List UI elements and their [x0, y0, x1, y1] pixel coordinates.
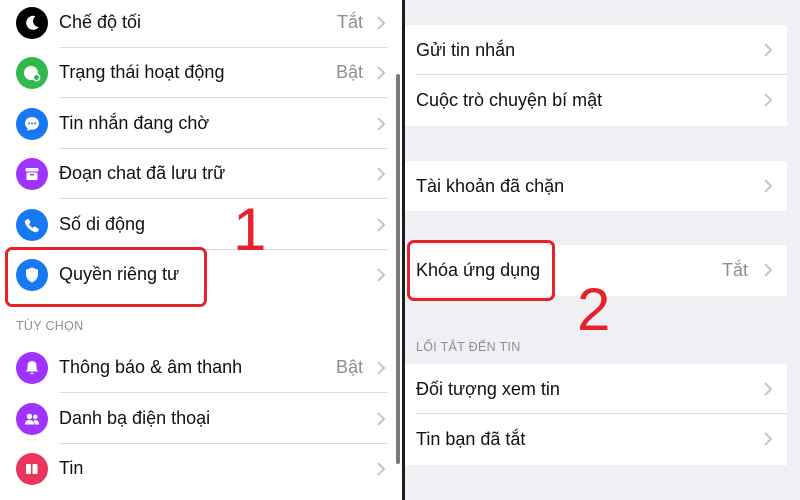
section-header-story-shortcuts: LỐI TẮT ĐẾN TIN [416, 340, 521, 354]
row-value: Tắt [721, 260, 748, 280]
contacts-icon [16, 403, 48, 435]
chevron-right-icon [377, 412, 386, 426]
row-separator [59, 97, 388, 98]
row-label: Đối tượng xem tin [416, 379, 560, 399]
row-label: Thông báo & âm thanh [59, 357, 243, 377]
left-settings-panel: Chế độ tối Tắt Trạng thái hoạt động Bật … [0, 0, 402, 500]
privacy-highlight-box [5, 247, 207, 307]
chevron-right-icon [377, 218, 386, 232]
row-message-requests[interactable]: Tin nhắn đang chờ [0, 99, 402, 149]
phone-icon [16, 209, 48, 241]
chevron-right-icon [764, 263, 773, 277]
stories-icon [16, 453, 48, 485]
row-phone-contacts[interactable]: Danh bạ điện thoại [0, 394, 402, 444]
section-header-options: TÙY CHỌN [16, 319, 84, 333]
row-label: Chế độ tối [59, 12, 142, 32]
row-archived-chats[interactable]: Đoạn chat đã lưu trữ [0, 149, 402, 199]
archive-icon [16, 158, 48, 190]
chevron-right-icon [377, 117, 386, 131]
row-secret-conversations[interactable]: Cuộc trò chuyện bí mật [405, 75, 787, 125]
row-label: Tin bạn đã tắt [416, 429, 526, 449]
app-lock-highlight-box [407, 240, 555, 301]
row-label: Tài khoản đã chặn [416, 176, 565, 196]
row-notifications-sounds[interactable]: Thông báo & âm thanh Bật [0, 343, 402, 393]
row-value: Bật [335, 62, 363, 82]
privacy-group-blocked: Tài khoản đã chặn [405, 161, 787, 211]
chevron-right-icon [377, 361, 386, 375]
active-status-icon [16, 57, 48, 89]
moon-icon [16, 7, 48, 39]
row-label: Danh bạ điện thoại [59, 408, 211, 428]
chevron-right-icon [764, 43, 773, 57]
chevron-right-icon [377, 16, 386, 30]
bell-icon [16, 352, 48, 384]
row-message-delivery[interactable]: Gửi tin nhắn [405, 25, 787, 75]
chevron-right-icon [377, 462, 386, 476]
privacy-group-stories: Đối tượng xem tin Tin bạn đã tắt [405, 364, 787, 465]
chevron-right-icon [377, 167, 386, 181]
row-muted-stories[interactable]: Tin bạn đã tắt [405, 414, 787, 464]
chevron-right-icon [764, 382, 773, 396]
row-label: Số di động [59, 214, 146, 234]
row-label: Đoạn chat đã lưu trữ [59, 163, 226, 183]
chevron-right-icon [377, 66, 386, 80]
row-dark-mode[interactable]: Chế độ tối Tắt [0, 0, 402, 48]
row-stories[interactable]: Tin [0, 444, 402, 494]
row-separator [59, 392, 388, 393]
chevron-right-icon [764, 93, 773, 107]
scrollbar[interactable] [396, 74, 400, 464]
chevron-right-icon [764, 179, 773, 193]
row-value: Tắt [336, 12, 363, 32]
row-label: Cuộc trò chuyện bí mật [416, 90, 603, 110]
row-story-audience[interactable]: Đối tượng xem tin [405, 364, 787, 414]
row-label: Tin nhắn đang chờ [59, 113, 210, 133]
row-label: Tin [59, 458, 84, 478]
row-phone-number[interactable]: Số di động [0, 200, 402, 250]
row-separator [59, 198, 388, 199]
row-label: Trạng thái hoạt động [59, 62, 225, 82]
step-number-2: 2 [577, 276, 611, 343]
chevron-right-icon [764, 432, 773, 446]
privacy-group-messaging: Gửi tin nhắn Cuộc trò chuyện bí mật [405, 25, 787, 126]
step-number-1: 1 [233, 196, 267, 263]
chevron-right-icon [377, 268, 386, 282]
row-value: Bật [335, 357, 363, 377]
row-blocked-accounts[interactable]: Tài khoản đã chặn [405, 161, 787, 211]
row-active-status[interactable]: Trạng thái hoạt động Bật [0, 48, 402, 98]
row-label: Gửi tin nhắn [416, 40, 516, 60]
right-settings-panel: Gửi tin nhắn Cuộc trò chuyện bí mật Tài … [405, 0, 800, 500]
message-requests-icon [16, 108, 48, 140]
